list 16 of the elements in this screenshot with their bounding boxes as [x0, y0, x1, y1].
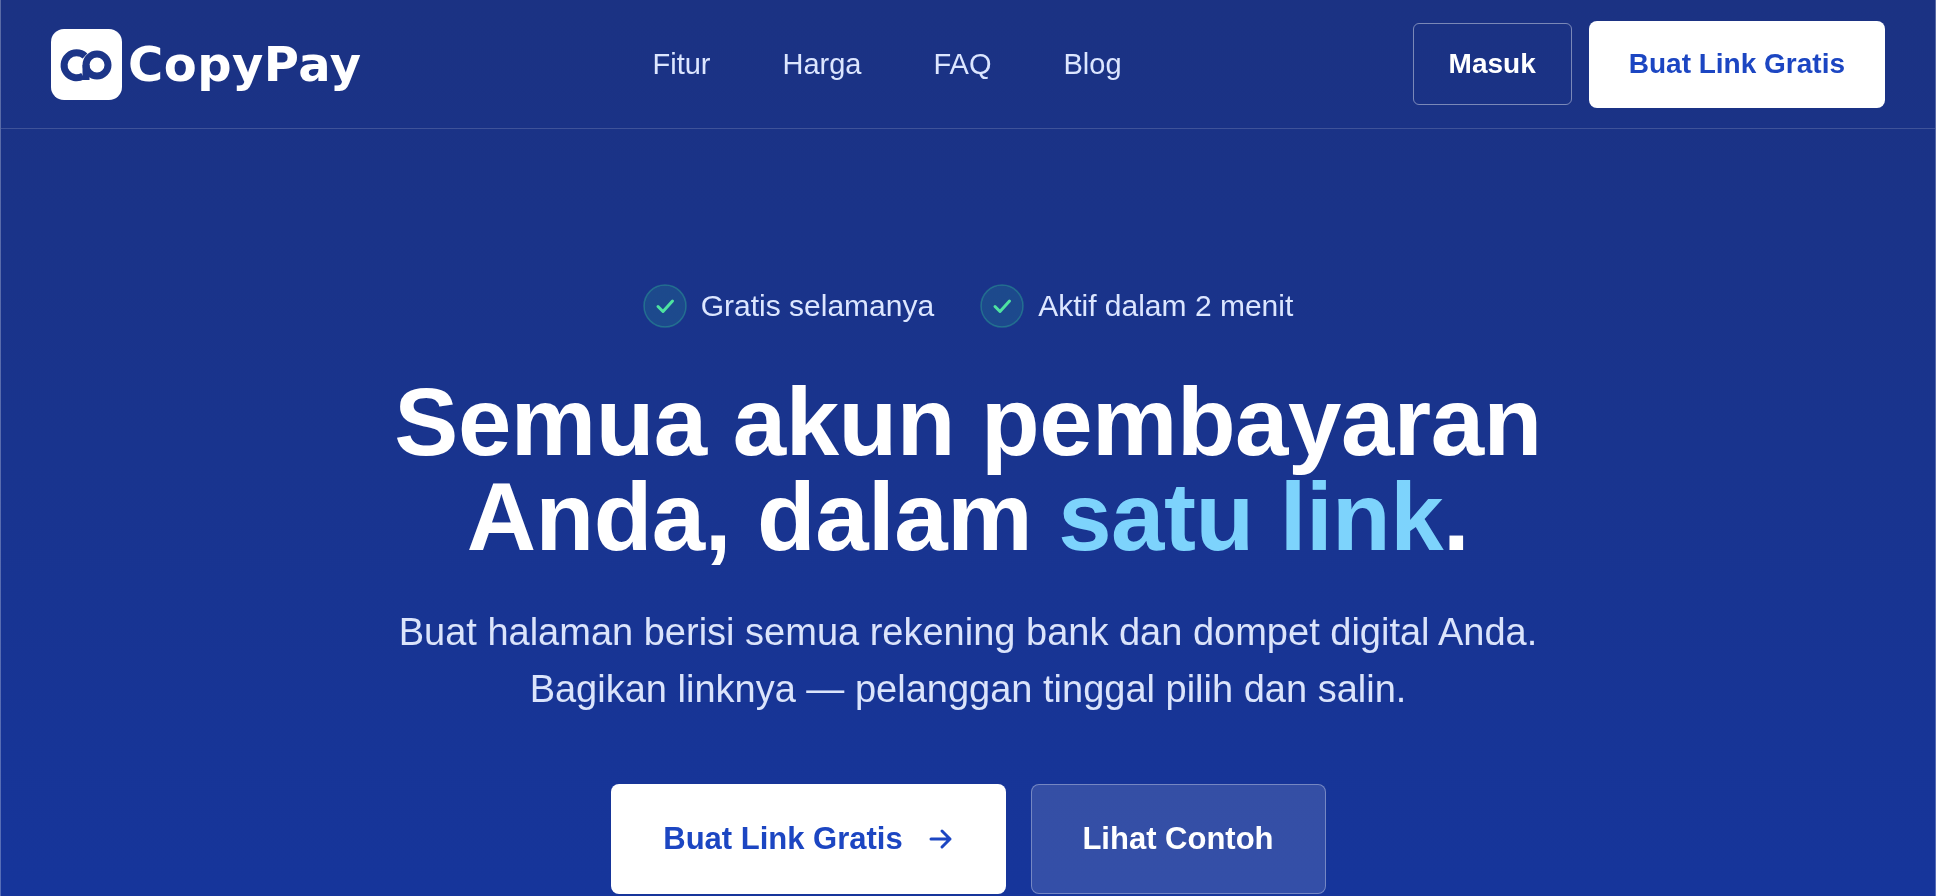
- subtitle: Buat halaman berisi semua rekening bank dan dompet digital Anda. Bagikan linknya — pelanggan tinggal pilih dan salin.: [397, 610, 1539, 712]
- check-circle-icon: [980, 284, 1025, 328]
- headline: Semua akun pembayaran Anda, dalam satu link.: [393, 374, 1543, 564]
- login-button[interactable]: Masuk: [1412, 23, 1572, 105]
- check-circle-icon: [642, 284, 687, 328]
- nav-link[interactable]: FAQ: [933, 47, 992, 81]
- logo-icon: [51, 28, 122, 100]
- badge-text: Aktif dalam 2 menit: [1038, 289, 1294, 323]
- badge-text: Gratis selamanya: [700, 289, 935, 323]
- logo-text: CopyPay: [128, 36, 362, 92]
- create-link-button[interactable]: Buat Link Gratis: [610, 784, 1006, 894]
- view-example-button[interactable]: Lihat Contoh: [1030, 784, 1326, 894]
- nav-link[interactable]: Fitur: [652, 47, 711, 81]
- signup-button[interactable]: Buat Link Gratis: [1588, 20, 1885, 108]
- nav-link[interactable]: Blog: [1063, 47, 1122, 81]
- nav-link[interactable]: Harga: [782, 47, 862, 81]
